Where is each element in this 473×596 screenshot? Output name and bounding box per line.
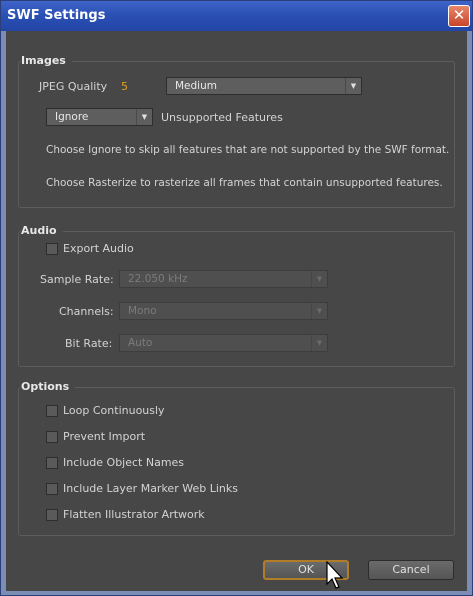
window-title: SWF Settings [7,8,106,23]
chevron-down-icon: ▼ [345,78,361,94]
unsupported-features-label: Unsupported Features [161,111,283,124]
chevron-down-icon: ▼ [311,303,327,319]
sample-rate-label: Sample Rate: [40,273,114,286]
dialog-body: Images JPEG Quality 5 Medium ▼ Ignore ▼ … [6,31,467,591]
help-text-ignore: Choose Ignore to skip all features that … [46,144,450,156]
channels-label: Channels: [59,305,114,318]
unsupported-select-value: Ignore [55,111,89,123]
include-layer-marker-web-links-label: Include Layer Marker Web Links [63,482,238,495]
unsupported-features-select[interactable]: Ignore ▼ [46,108,153,126]
quality-select-value: Medium [175,80,217,92]
mouse-cursor-icon [326,561,344,589]
prevent-import-label: Prevent Import [63,430,146,443]
jpeg-quality-label: JPEG Quality [39,80,108,93]
help-text-rasterize: Choose Rasterize to rasterize all frames… [46,177,443,189]
export-audio-checkbox[interactable] [46,243,58,255]
prevent-import-checkbox[interactable] [46,431,58,443]
channels-select[interactable]: Mono ▼ [119,302,328,320]
chevron-down-icon: ▼ [136,109,152,125]
chevron-down-icon: ▼ [311,271,327,287]
export-audio-label: Export Audio [63,242,134,255]
options-group-title: Options [21,380,76,393]
bit-rate-value: Auto [128,337,153,349]
quality-select[interactable]: Medium ▼ [166,77,362,95]
swf-settings-window: SWF Settings ✕ Images JPEG Quality 5 Med… [0,0,473,596]
loop-continuously-checkbox[interactable] [46,405,58,417]
channels-value: Mono [128,305,157,317]
include-object-names-label: Include Object Names [63,456,185,469]
include-layer-marker-web-links-checkbox[interactable] [46,483,58,495]
close-button[interactable]: ✕ [448,5,470,27]
include-object-names-checkbox[interactable] [46,457,58,469]
bit-rate-select[interactable]: Auto ▼ [119,334,328,352]
sample-rate-select[interactable]: 22.050 kHz ▼ [119,270,328,288]
title-bar[interactable]: SWF Settings ✕ [1,1,472,31]
cancel-button[interactable]: Cancel [368,560,454,580]
sample-rate-value: 22.050 kHz [128,273,188,285]
chevron-down-icon: ▼ [311,335,327,351]
flatten-illustrator-artwork-label: Flatten Illustrator Artwork [63,508,205,521]
audio-group-title: Audio [21,224,63,237]
close-icon: ✕ [452,6,466,24]
jpeg-quality-value[interactable]: 5 [121,80,128,93]
images-group-title: Images [21,54,72,67]
loop-continuously-label: Loop Continuously [63,404,165,417]
flatten-illustrator-artwork-checkbox[interactable] [46,509,58,521]
bit-rate-label: Bit Rate: [65,337,113,350]
